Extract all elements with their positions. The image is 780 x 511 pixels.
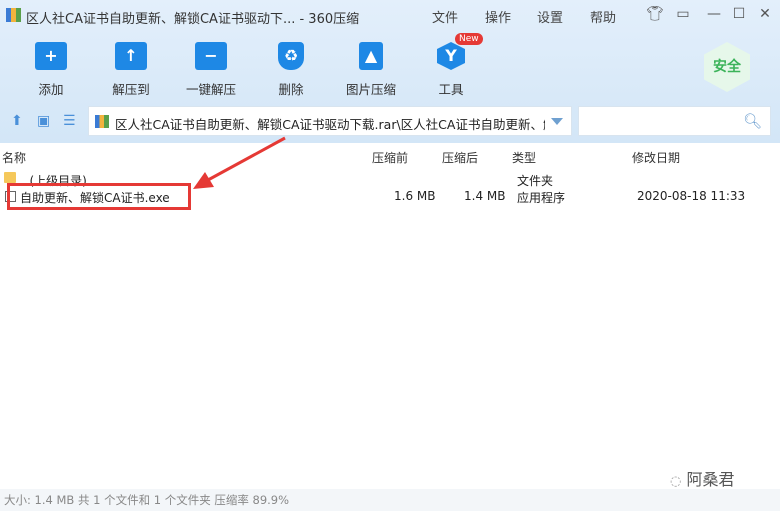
status-bar: 大小: 1.4 MB 共 1 个文件和 1 个文件夹 压缩率 89.9% — [0, 489, 780, 511]
red-arrow-annotation — [193, 136, 286, 189]
watermark: ◌ 阿桑君 — [670, 470, 735, 489]
